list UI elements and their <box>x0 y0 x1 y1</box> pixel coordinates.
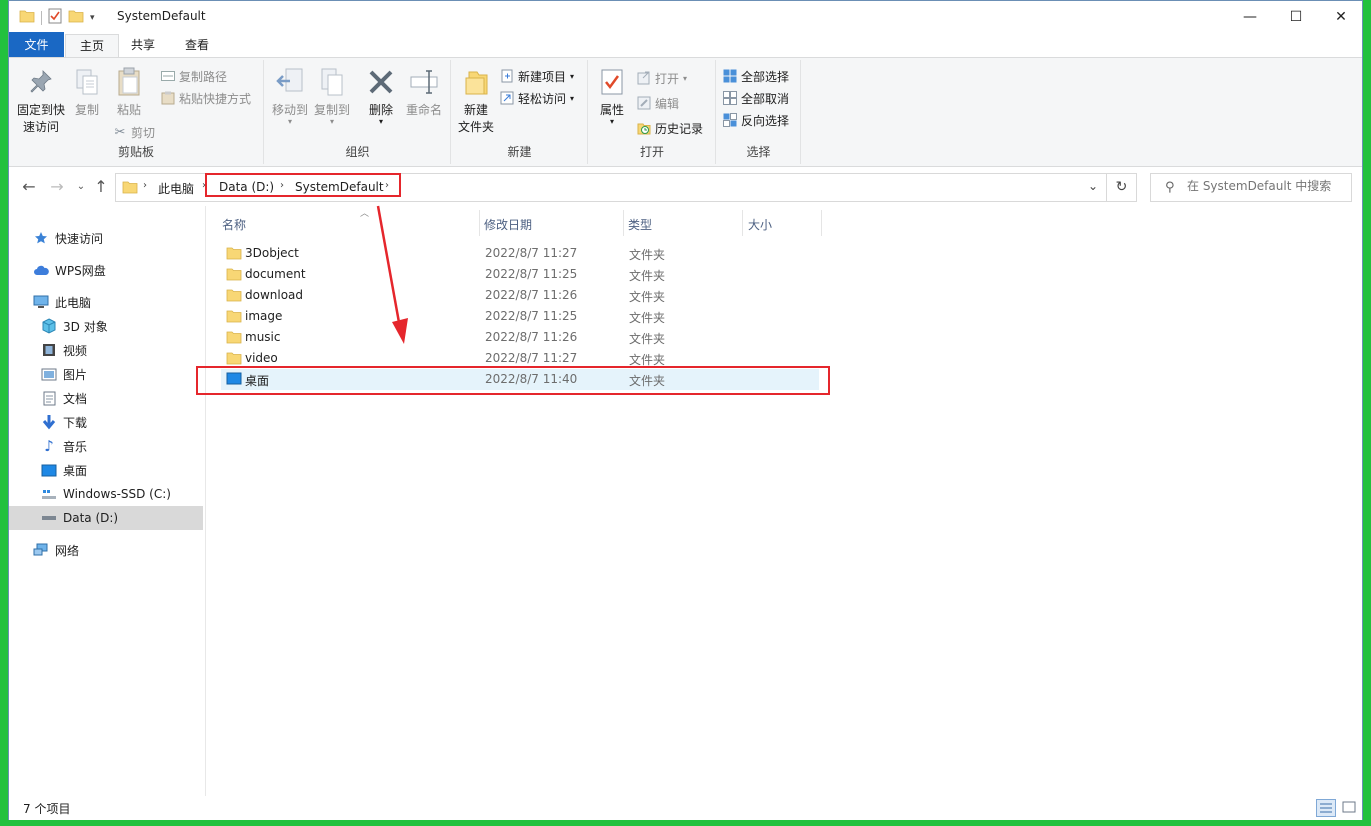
annotation-arrow-icon <box>376 205 408 344</box>
